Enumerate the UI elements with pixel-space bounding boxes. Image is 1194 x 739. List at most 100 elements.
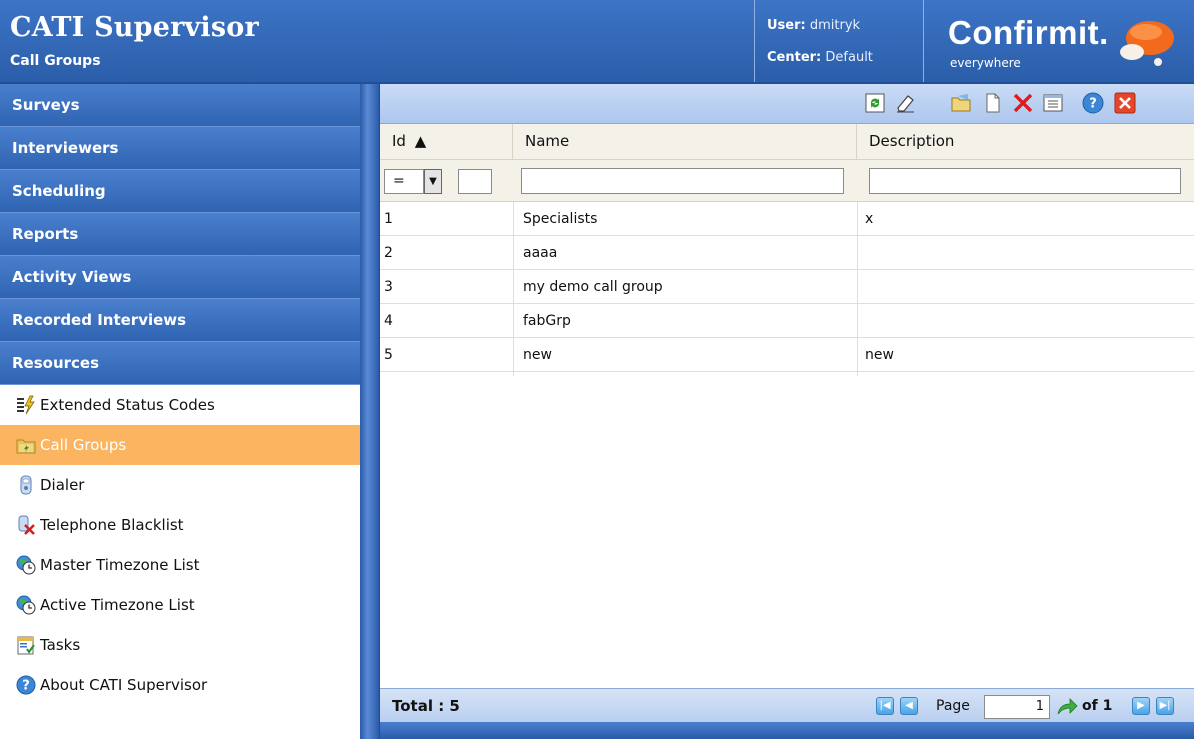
- sidebar-item-master-timezone-list[interactable]: Master Timezone List: [0, 545, 360, 585]
- grid-footer: Total : 5 |◀ ◀ Page 1 of 1 ▶ ▶|: [380, 688, 1194, 722]
- cell-id: 1: [384, 211, 393, 227]
- confirmit-logo-text: Confirmit.: [948, 14, 1109, 51]
- cell-name: aaaa: [523, 245, 558, 261]
- sidebar-item-label: Dialer: [40, 476, 85, 494]
- sidebar-item-active-timezone-list[interactable]: Active Timezone List: [0, 585, 360, 625]
- sidebar-item-label: Extended Status Codes: [40, 396, 215, 414]
- table-row[interactable]: 3 my demo call group: [380, 270, 1194, 304]
- sidebar-item-about[interactable]: ? About CATI Supervisor: [0, 665, 360, 705]
- page-number-input[interactable]: 1: [984, 695, 1050, 719]
- column-label: Name: [525, 132, 570, 150]
- nav-surveys[interactable]: Surveys: [0, 84, 360, 127]
- cell-id: 4: [384, 313, 393, 329]
- new-icon[interactable]: [982, 92, 1004, 114]
- help-icon[interactable]: ?: [1082, 92, 1104, 114]
- column-header-id[interactable]: Id ▲: [380, 124, 513, 160]
- chevron-down-icon[interactable]: ▼: [424, 169, 442, 194]
- nav-reports[interactable]: Reports: [0, 213, 360, 256]
- delete-icon[interactable]: [1012, 92, 1034, 114]
- cell-description: [861, 304, 1194, 338]
- tasks-icon: [17, 636, 35, 655]
- edit-icon[interactable]: [950, 92, 972, 114]
- cell-id: 2: [384, 245, 393, 261]
- id-filter-input[interactable]: [458, 169, 492, 194]
- table-row[interactable]: 1 Specialists x: [380, 202, 1194, 236]
- column-header-description[interactable]: Description: [857, 124, 1194, 160]
- sort-ascending-icon: ▲: [414, 132, 427, 150]
- sidebar-item-call-groups[interactable]: Call Groups: [0, 425, 360, 465]
- grid-header: Id ▲ Name Description: [380, 124, 1194, 160]
- app-header: CATI Supervisor Call Groups User: dmitry…: [0, 0, 1194, 84]
- dialer-icon: [20, 475, 32, 495]
- user-line: User: dmitryk: [767, 18, 860, 33]
- sidebar-item-label: Tasks: [40, 636, 81, 654]
- call-groups-panel: ? Id ▲ Name Description = ▼ 1 Specialist…: [380, 84, 1194, 739]
- sidebar-item-telephone-blacklist[interactable]: Telephone Blacklist: [0, 505, 360, 545]
- user-info: User: dmitryk Center: Default: [754, 0, 924, 82]
- sidebar: Surveys Interviewers Scheduling Reports …: [0, 84, 360, 739]
- next-page-icon[interactable]: ▶: [1132, 697, 1150, 715]
- column-divider: [857, 202, 858, 376]
- cell-name: fabGrp: [523, 313, 571, 329]
- nav-activity-views[interactable]: Activity Views: [0, 256, 360, 299]
- previous-page-icon[interactable]: ◀: [900, 697, 918, 715]
- table-row[interactable]: 2 aaaa: [380, 236, 1194, 270]
- svg-text:?: ?: [1089, 97, 1097, 112]
- nav-resources[interactable]: Resources: [0, 342, 360, 385]
- user-label: User:: [767, 18, 806, 33]
- svg-text:?: ?: [22, 679, 30, 694]
- nav-interviewers[interactable]: Interviewers: [0, 127, 360, 170]
- panel-bottom-bar: [380, 722, 1194, 739]
- column-label: Description: [869, 132, 955, 150]
- column-divider: [513, 202, 514, 376]
- column-label: Id: [392, 132, 406, 150]
- page-label: Page: [936, 698, 970, 714]
- call-groups-folder-icon: [16, 439, 36, 454]
- nav-scheduling[interactable]: Scheduling: [0, 170, 360, 213]
- page-count: of 1: [1082, 698, 1113, 714]
- sidebar-item-dialer[interactable]: Dialer: [0, 465, 360, 505]
- cell-name: new: [523, 347, 552, 363]
- sidebar-item-label: Call Groups: [40, 436, 127, 454]
- app-title: CATI Supervisor: [10, 12, 259, 43]
- clear-filter-icon[interactable]: [894, 92, 916, 114]
- globe-clock-icon: [16, 555, 36, 575]
- user-value: dmitryk: [809, 18, 861, 33]
- description-filter-input[interactable]: [869, 168, 1181, 194]
- cell-description: x: [865, 211, 874, 227]
- sidebar-item-extended-status-codes[interactable]: Extended Status Codes: [0, 385, 360, 425]
- cell-description: new: [865, 347, 894, 363]
- nav-recorded-interviews[interactable]: Recorded Interviews: [0, 299, 360, 342]
- name-filter-input[interactable]: [521, 168, 844, 194]
- go-page-arrow-icon[interactable]: [1056, 696, 1078, 716]
- cell-description: [861, 236, 1194, 270]
- refresh-icon[interactable]: [864, 92, 886, 114]
- last-page-icon[interactable]: ▶|: [1156, 697, 1174, 715]
- total-count: Total : 5: [392, 697, 460, 715]
- confirmit-logo-bubble-icon: [1120, 21, 1174, 66]
- close-icon[interactable]: [1114, 92, 1136, 114]
- column-header-name[interactable]: Name: [513, 124, 857, 160]
- panel-splitter[interactable]: [360, 84, 380, 739]
- grid-toolbar: ?: [380, 84, 1194, 124]
- confirmit-logo-sub: everywhere: [950, 56, 1021, 70]
- table-row[interactable]: 4 fabGrp: [380, 304, 1194, 338]
- columns-icon[interactable]: [1042, 92, 1064, 114]
- sidebar-item-label: Active Timezone List: [40, 596, 195, 614]
- operator-value: =: [393, 173, 405, 189]
- center-line: Center: Default: [767, 50, 873, 65]
- sidebar-item-label: About CATI Supervisor: [40, 676, 208, 694]
- first-page-icon[interactable]: |◀: [876, 697, 894, 715]
- cell-name: my demo call group: [523, 279, 663, 295]
- filter-row: = ▼: [380, 160, 1194, 202]
- status-codes-icon: [17, 395, 35, 415]
- cell-description: [861, 270, 1194, 304]
- cell-id: 5: [384, 347, 393, 363]
- sidebar-item-tasks[interactable]: Tasks: [0, 625, 360, 665]
- cell-id: 3: [384, 279, 393, 295]
- id-filter-operator-select[interactable]: =: [384, 169, 424, 194]
- cell-name: Specialists: [523, 211, 598, 227]
- table-row[interactable]: 5 new new: [380, 338, 1194, 372]
- globe-clock-icon: [16, 595, 36, 615]
- center-label: Center:: [767, 50, 822, 65]
